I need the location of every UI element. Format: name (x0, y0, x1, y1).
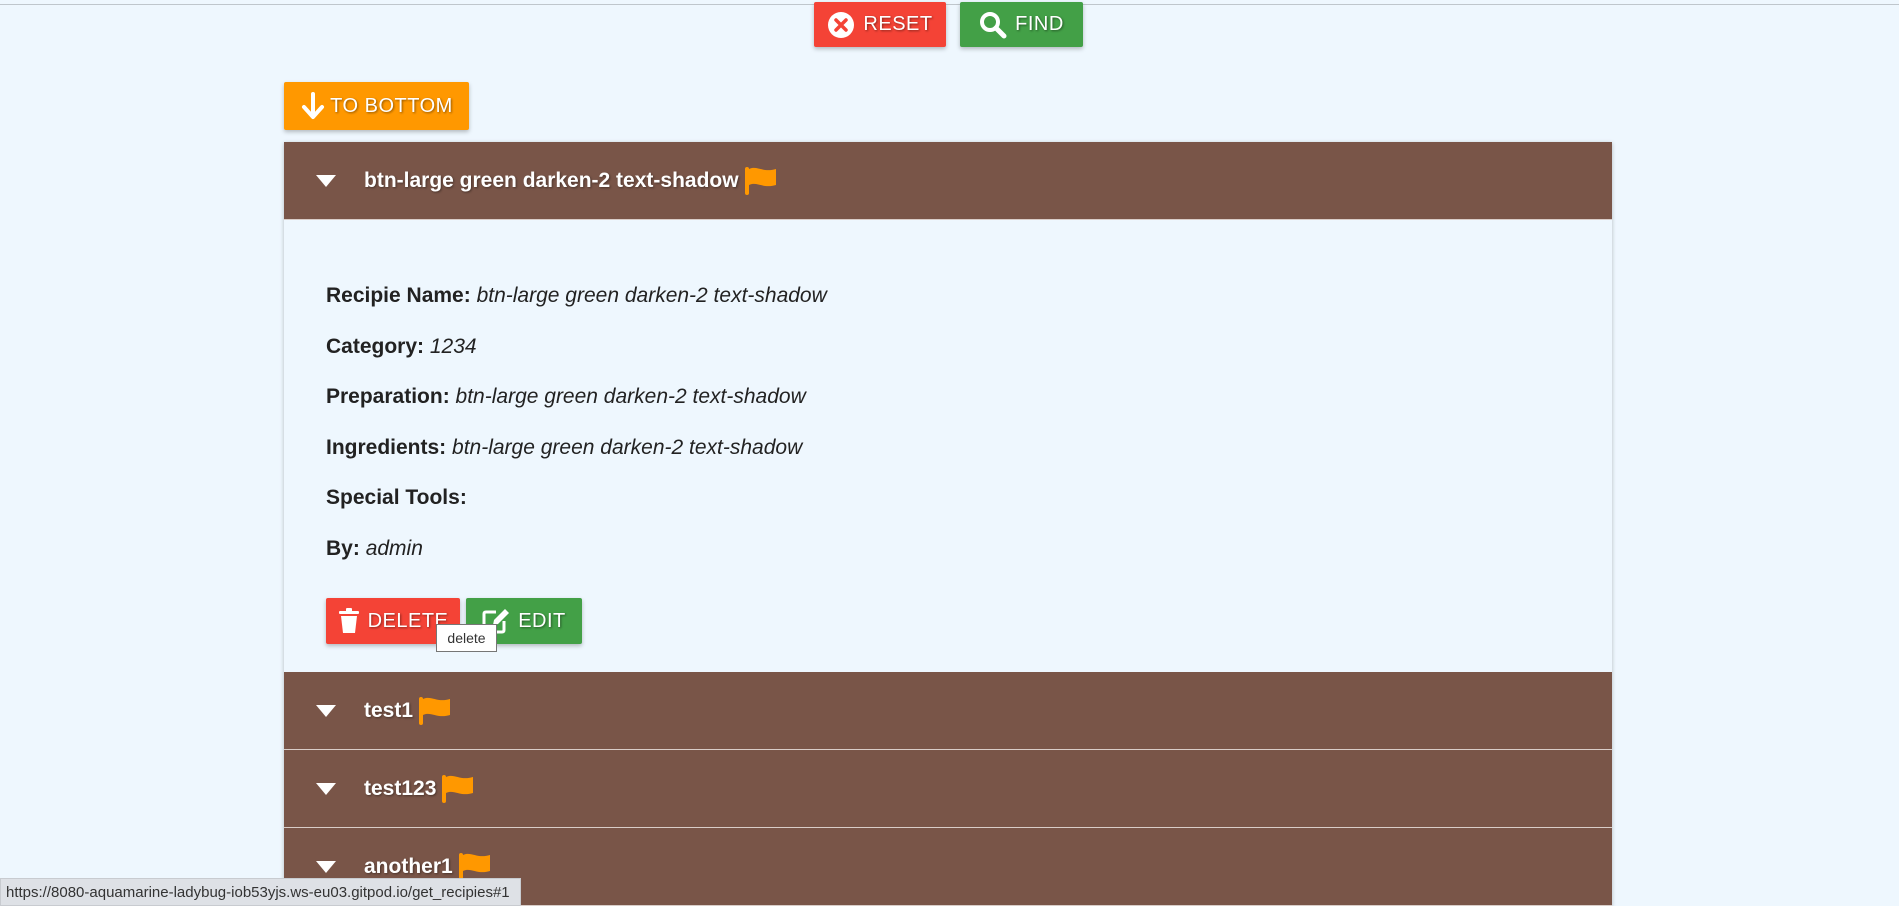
recipe-accordion: btn-large green darken-2 text-shadow Rec… (284, 142, 1612, 906)
preparation-row: Preparation: btn-large green darken-2 te… (326, 385, 1612, 436)
find-button[interactable]: FIND (960, 2, 1083, 47)
recipe-header[interactable]: test1 (284, 672, 1612, 750)
edit-label: EDIT (518, 609, 566, 632)
ingredients-value: btn-large green darken-2 text-shadow (452, 435, 803, 459)
flag-icon (419, 696, 451, 725)
reset-button[interactable]: RESET (814, 2, 946, 47)
status-bar-url: https://8080-aquamarine-ladybug-iob53yjs… (0, 878, 521, 906)
reset-label: RESET (863, 13, 933, 35)
recipe-title: btn-large green darken-2 text-shadow (364, 168, 739, 192)
recipe-title: another1 (364, 854, 453, 878)
caret-down-icon (316, 174, 336, 187)
preparation-label: Preparation: (326, 385, 450, 409)
recipe-name-label: Recipie Name: (326, 284, 471, 307)
arrow-down-icon (302, 92, 325, 119)
caret-down-icon (316, 782, 336, 795)
category-label: Category: (326, 334, 425, 358)
author-label: By: (326, 536, 360, 560)
to-bottom-label: TO BOTTOM (330, 94, 453, 117)
search-icon (980, 11, 1007, 38)
top-divider (0, 4, 1899, 5)
category-row: Category: 1234 (326, 335, 1612, 386)
recipe-name-row: Recipie Name: btn-large green darken-2 t… (326, 284, 1612, 335)
recipe-header[interactable]: test123 (284, 750, 1612, 828)
recipe-name-value: btn-large green darken-2 text-shadow (476, 284, 827, 307)
to-bottom-button[interactable]: TO BOTTOM (284, 82, 469, 130)
recipe-header[interactable]: btn-large green darken-2 text-shadow (284, 142, 1612, 220)
recipe-title: test123 (364, 776, 437, 800)
trash-icon (338, 608, 359, 633)
flag-icon (458, 852, 490, 881)
ingredients-label: Ingredients: (326, 435, 447, 459)
flag-icon (442, 774, 474, 803)
caret-down-icon (316, 704, 336, 717)
author-value: admin (365, 536, 423, 560)
find-label: FIND (1015, 13, 1064, 35)
delete-tooltip: delete (436, 624, 497, 652)
cancel-circle-icon (828, 11, 855, 38)
flag-icon (744, 166, 776, 195)
recipe-details: Recipie Name: btn-large green darken-2 t… (284, 220, 1612, 672)
special-tools-row: Special Tools: (326, 486, 1612, 537)
special-tools-label: Special Tools: (326, 486, 467, 510)
category-value: 1234 (429, 334, 477, 358)
ingredients-row: Ingredients: btn-large green darken-2 te… (326, 436, 1612, 487)
recipe-title: test1 (364, 698, 414, 722)
caret-down-icon (316, 860, 336, 873)
preparation-value: btn-large green darken-2 text-shadow (455, 385, 806, 409)
author-row: By: admin (326, 537, 1612, 588)
